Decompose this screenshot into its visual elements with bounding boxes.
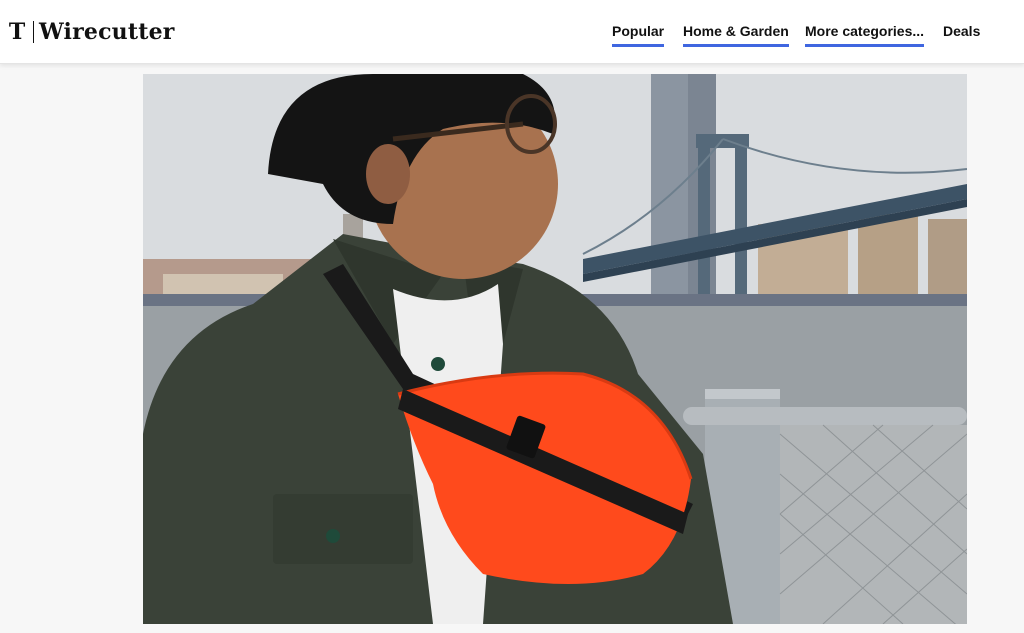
nav-popular[interactable]: Popular [612, 20, 665, 47]
nav-deals[interactable]: Deals [943, 20, 980, 44]
site-header: T Wirecutter Popular Home & Garden More … [0, 0, 1024, 64]
nav-more-categories[interactable]: More categories... [805, 20, 925, 47]
hero-image [143, 74, 967, 624]
main-nav: Popular Home & Garden More categories...… [0, 20, 1024, 50]
nav-home-garden[interactable]: Home & Garden [683, 20, 789, 47]
